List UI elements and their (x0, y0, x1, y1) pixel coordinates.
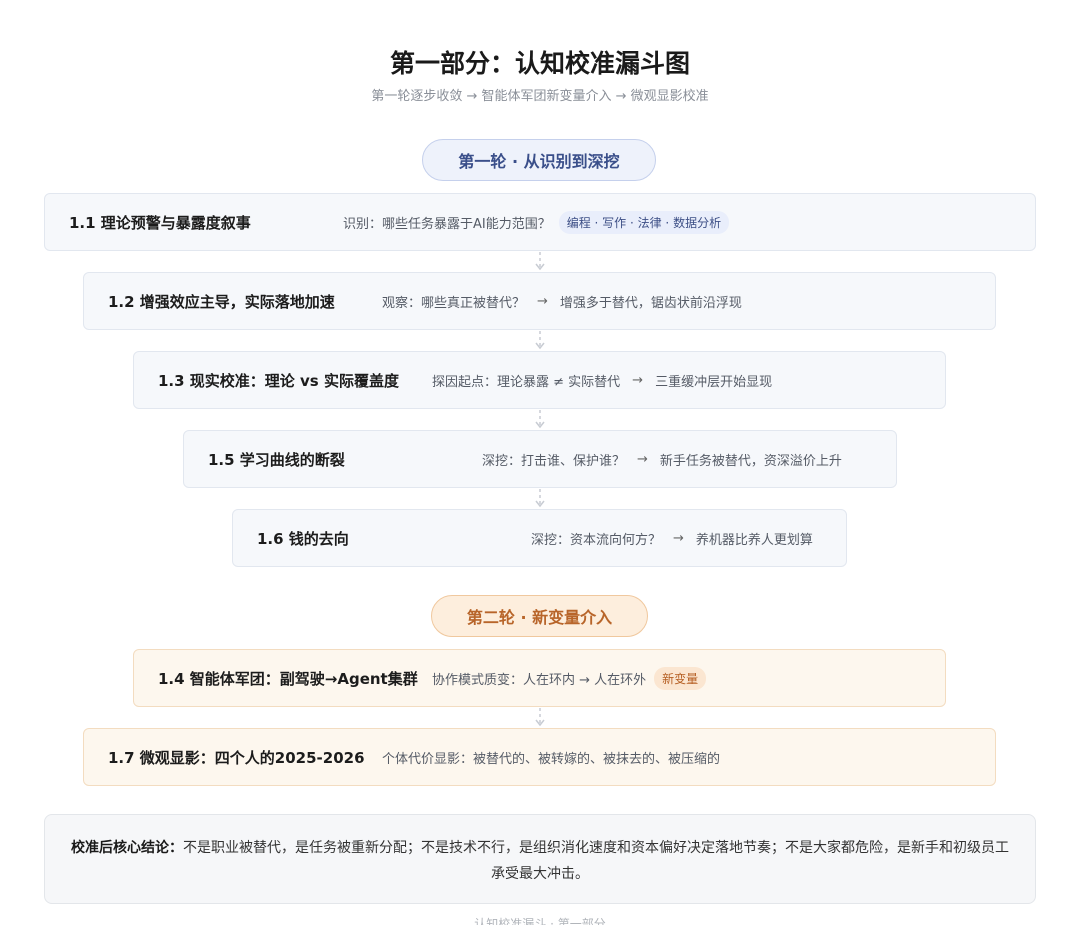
row-desc-text: 观察：哪些真正被替代？ (382, 295, 526, 311)
funnel-row-1-7: 1.7 微观显影：四个人的2025-2026 个体代价显影：被替代的、被转嫁的、… (83, 728, 996, 786)
row-title: 1.7 微观显影：四个人的2025-2026 (108, 748, 365, 767)
row-title: 1.4 智能体军团：副驾驶→Agent集群 (158, 669, 418, 688)
conclusion-box: 校准后核心结论：不是职业被替代，是任务被重新分配；不是技术不行，是组织消化速度和… (44, 814, 1036, 904)
footer-note: 认知校准漏斗 · 第一部分 (474, 917, 606, 925)
arrow-icon: → (637, 451, 648, 467)
row-result: 养机器比养人更划算 (695, 532, 813, 548)
row-title: 1.3 现实校准：理论 vs 实际覆盖度 (158, 371, 399, 390)
page-title: 第一部分：认知校准漏斗图 (389, 49, 690, 78)
funnel-row-1-1: 1.1 理论预警与暴露度叙事 识别：哪些任务暴露于AI能力范围？ 编程 · 写作… (44, 193, 1036, 251)
new-variable-tag: 新变量 (654, 666, 707, 690)
connector-arrow (535, 489, 545, 508)
row-desc-text: 探因起点：理论暴露 ≠ 实际替代 (432, 374, 621, 390)
round1-label: 第一轮 · 从识别到深挖 (422, 139, 656, 181)
row-desc: 观察：哪些真正被替代？ → 增强多于替代，锯齿状前沿浮现 (382, 292, 742, 311)
funnel-row-1-3: 1.3 现实校准：理论 vs 实际覆盖度 探因起点：理论暴露 ≠ 实际替代 → … (133, 351, 946, 409)
arrow-icon: → (537, 293, 548, 309)
round2-label: 第二轮 · 新变量介入 (431, 595, 648, 637)
row-desc: 识别：哪些任务暴露于AI能力范围？ 编程 · 写作 · 法律 · 数据分析 (343, 210, 730, 234)
row-desc-text: 识别：哪些任务暴露于AI能力范围？ (343, 216, 551, 232)
row-desc: 协作模式质变：人在环内 → 人在环外 新变量 (432, 666, 707, 690)
funnel-row-1-4: 1.4 智能体军团：副驾驶→Agent集群 协作模式质变：人在环内 → 人在环外… (133, 649, 946, 707)
row-result: 新手任务被替代，资深溢价上升 (659, 453, 842, 469)
row-desc: 个体代价显影：被替代的、被转嫁的、被抹去的、被压缩的 (382, 748, 720, 767)
row-desc: 深挖：打击谁、保护谁？ → 新手任务被替代，资深溢价上升 (482, 450, 842, 469)
arrow-icon: → (632, 372, 644, 388)
funnel-row-1-2: 1.2 增强效应主导，实际落地加速 观察：哪些真正被替代？ → 增强多于替代，锯… (83, 272, 996, 330)
row-desc: 深挖：资本流向何方？ → 养机器比养人更划算 (531, 529, 813, 548)
row-desc-text: 深挖：打击谁、保护谁？ (482, 453, 626, 469)
row-result: 增强多于替代，锯齿状前沿浮现 (559, 295, 742, 311)
row-title: 1.2 增强效应主导，实际落地加速 (108, 292, 335, 311)
row-title: 1.1 理论预警与暴露度叙事 (69, 213, 251, 232)
row-desc: 探因起点：理论暴露 ≠ 实际替代 → 三重缓冲层开始显现 (432, 371, 772, 390)
conclusion-text: 不是职业被替代，是任务被重新分配；不是技术不行，是组织消化速度和资本偏好决定落地… (183, 840, 1009, 882)
row-tag: 编程 · 写作 · 法律 · 数据分析 (558, 210, 730, 234)
arrow-icon: → (673, 530, 684, 546)
row-desc-text: 深挖：资本流向何方？ (531, 532, 662, 548)
connector-arrow (535, 331, 545, 350)
row-result: 三重缓冲层开始显现 (655, 374, 773, 390)
connector-arrow (535, 410, 545, 429)
connector-arrow (535, 708, 545, 727)
row-desc-text: 个体代价显影：被替代的、被转嫁的、被抹去的、被压缩的 (382, 751, 721, 767)
row-title: 1.6 钱的去向 (257, 529, 349, 548)
row-title: 1.5 学习曲线的断裂 (208, 450, 345, 469)
funnel-row-1-5: 1.5 学习曲线的断裂 深挖：打击谁、保护谁？ → 新手任务被替代，资深溢价上升 (183, 430, 897, 488)
page-subtitle: 第一轮逐步收敛 → 智能体军团新变量介入 → 微观显影校准 (371, 89, 709, 104)
row-desc-text: 协作模式质变：人在环内 → 人在环外 (432, 672, 647, 688)
funnel-row-1-6: 1.6 钱的去向 深挖：资本流向何方？ → 养机器比养人更划算 (232, 509, 847, 567)
connector-arrow (535, 252, 545, 271)
conclusion-label: 校准后核心结论： (71, 840, 183, 856)
